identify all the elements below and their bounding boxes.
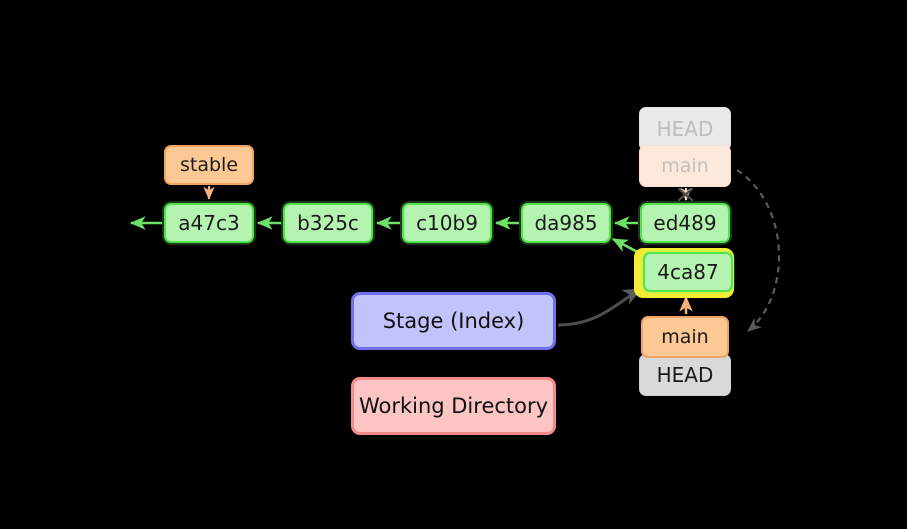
stage-commit-edge [557,287,643,327]
commit-node-4ca87[interactable]: 4ca87 [643,252,733,292]
commit-node-ed489[interactable]: ed489 [640,203,730,243]
commit-node-da985[interactable]: da985 [521,203,611,243]
head-label[interactable]: HEAD [639,354,731,396]
working-directory-box[interactable]: Working Directory [351,377,556,435]
stage-index-box[interactable]: Stage (Index) [351,292,556,350]
ghost-branch-label-main: main [639,145,731,187]
edge-layer [129,169,781,332]
branch-label-main[interactable]: main [641,316,729,358]
commit-node-c10b9[interactable]: c10b9 [402,203,492,243]
ref-move-edge [736,169,781,332]
branch-label-stable[interactable]: stable [164,145,254,185]
git-diagram-canvas: a47c3 b325c c10b9 da985 ed489 4ca87 stab… [0,0,907,529]
revoked-cross-icon [677,187,694,202]
commit-node-b325c[interactable]: b325c [283,203,373,243]
commit-node-a47c3[interactable]: a47c3 [164,203,254,243]
